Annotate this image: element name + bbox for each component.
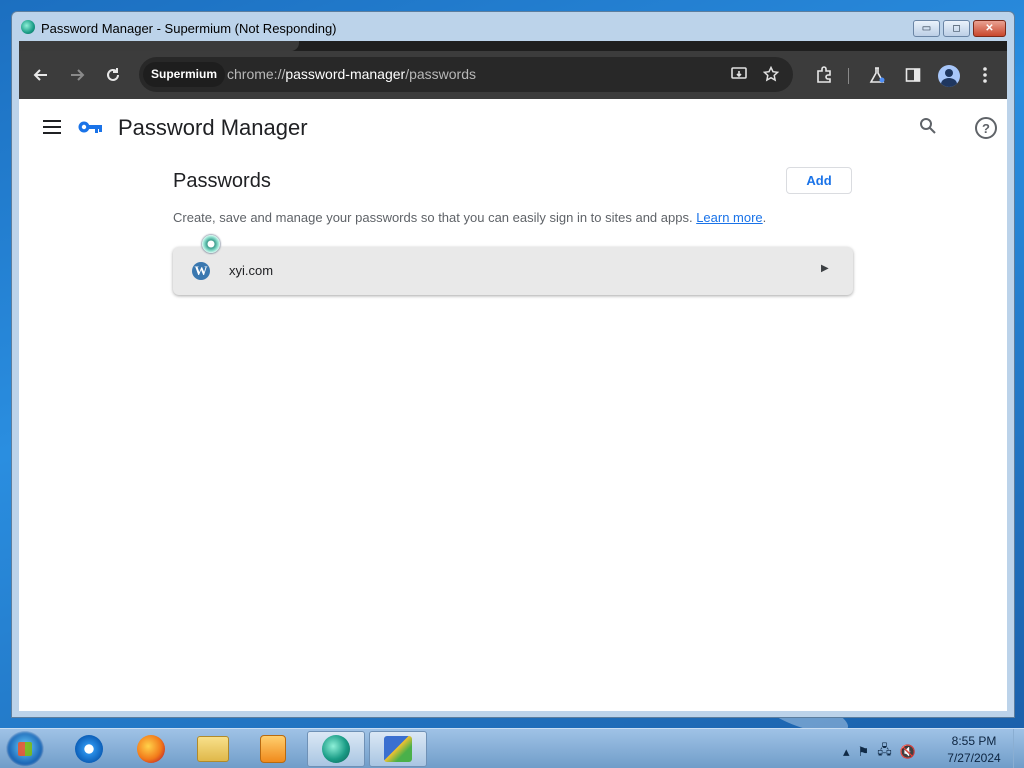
page-title: Password Manager [118,115,308,140]
side-panel-icon[interactable] [901,63,925,87]
clock-date: 7/27/2024 [947,751,1001,765]
task-app-icon[interactable] [369,731,427,767]
search-icon[interactable] [919,117,941,139]
action-center-flag-icon[interactable]: ⚑ [858,744,870,760]
menu-hamburger-icon[interactable] [43,120,61,134]
tray-expand-icon[interactable]: ▴ [843,744,850,760]
url-host: password-manager [285,66,406,82]
clock[interactable]: 8:55 PM 7/27/2024 [936,733,1012,767]
system-tray: ▴ ⚑ 🖧 🔇 [843,741,916,763]
toolbar-separator [848,68,849,84]
tab-strip [19,41,1007,51]
extensions-icon[interactable] [812,63,836,87]
network-icon[interactable]: 🖧 [877,741,892,763]
title-bar[interactable]: Password Manager - Supermium (Not Respon… [12,12,1014,42]
profile-avatar-icon[interactable] [938,65,960,87]
close-button[interactable]: ✕ [973,20,1006,37]
help-icon[interactable]: ? [975,117,997,139]
forward-arrow-icon[interactable] [65,63,89,87]
window-controls: ▭ ◻ ✕ [913,20,1006,37]
show-desktop-button[interactable] [1013,729,1024,768]
url-text[interactable]: chrome://password-manager/passwords [227,66,476,82]
chevron-right-icon: ▶ [821,263,829,274]
browser-chip[interactable]: Supermium [143,62,226,87]
install-app-icon[interactable] [728,63,750,85]
menu-dots-icon[interactable] [973,63,997,87]
description-text: Create, save and manage your passwords s… [173,210,766,225]
reload-icon[interactable] [101,63,125,87]
media-player-icon[interactable] [244,731,302,767]
supermium-icon[interactable] [307,731,365,767]
supermium-app-icon [21,20,35,34]
back-arrow-icon[interactable] [29,63,53,87]
taskbar: ▴ ⚑ 🖧 🔇 8:55 PM 7/27/2024 [0,728,1024,768]
busy-cursor-icon [202,235,220,253]
maximize-button[interactable]: ◻ [943,20,970,37]
add-password-button[interactable]: Add [786,167,852,194]
section-title: Passwords [173,170,271,192]
password-manager-page: Password Manager ? Passwords Add Create,… [19,99,1007,711]
file-explorer-icon[interactable] [184,731,242,767]
window-title: Password Manager - Supermium (Not Respon… [41,21,337,36]
browser-toolbar: Supermium chrome://password-manager/pass… [19,51,1007,99]
wordpress-icon: W [192,262,210,280]
start-button[interactable] [6,731,44,767]
address-bar[interactable]: Supermium chrome://password-manager/pass… [139,57,793,92]
minimize-button[interactable]: ▭ [913,20,940,37]
learn-more-link[interactable]: Learn more [696,210,762,225]
firefox-icon[interactable] [122,731,180,767]
url-path: /passwords [405,66,477,82]
bookmark-star-icon[interactable] [760,63,782,85]
description-end: . [762,210,767,225]
description-body: Create, save and manage your passwords s… [173,210,697,225]
labs-flask-icon[interactable] [865,63,889,87]
volume-muted-icon[interactable]: 🔇 [900,744,916,760]
browser-viewport: Supermium chrome://password-manager/pass… [19,41,1007,711]
password-entry-row[interactable]: W xyi.com ▶ [173,247,853,295]
tab-stub[interactable] [19,41,299,51]
key-icon [77,119,103,135]
internet-explorer-icon[interactable] [60,731,118,767]
clock-time: 8:55 PM [951,734,997,748]
entry-site: xyi.com [229,263,274,278]
url-scheme: chrome:// [227,66,286,82]
browser-window: Password Manager - Supermium (Not Respon… [11,11,1015,718]
